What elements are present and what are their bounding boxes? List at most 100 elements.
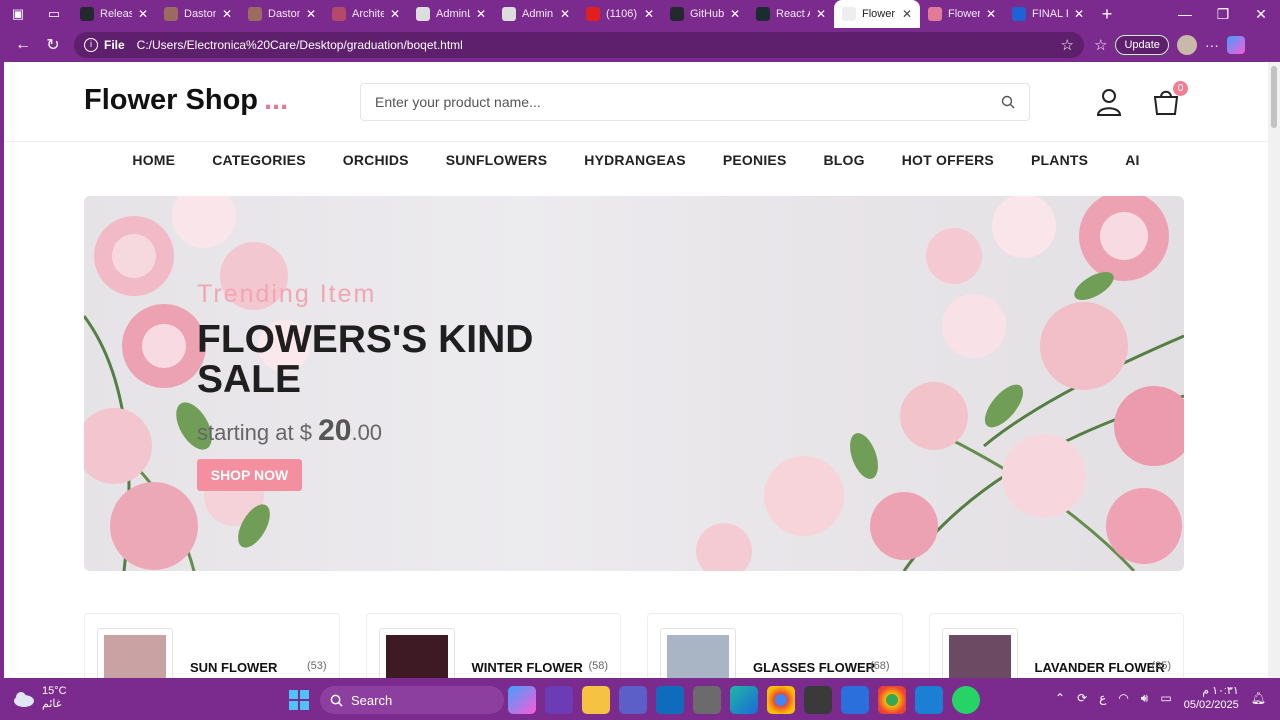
- category-name[interactable]: WINTER FLOWER: [472, 660, 583, 675]
- address-bar[interactable]: i File C:/Users/Electronica%20Care/Deskt…: [74, 32, 1084, 58]
- windows-start-icon[interactable]: [289, 690, 309, 710]
- shop-now-button[interactable]: SHOP NOW: [197, 459, 302, 491]
- category-thumbnail[interactable]: [378, 628, 455, 678]
- browser-tab[interactable]: React A ✕: [748, 0, 834, 28]
- nav-link-hot-offers[interactable]: HOT OFFERS: [902, 152, 994, 176]
- category-card[interactable]: SUN FLOWER (53): [84, 613, 340, 678]
- minimize-icon[interactable]: —: [1166, 6, 1204, 23]
- page-scrollbar[interactable]: [1268, 62, 1280, 678]
- browser-tab[interactable]: GitHub ✕: [662, 0, 748, 28]
- nav-link-hydrangeas[interactable]: HYDRANGEAS: [584, 152, 686, 176]
- browser-tab[interactable]: Flower ✕: [834, 0, 920, 28]
- maximize-icon[interactable]: ❐: [1204, 6, 1242, 23]
- snipping-tool-icon[interactable]: [804, 686, 832, 714]
- nav-link-sunflowers[interactable]: SUNFLOWERS: [446, 152, 548, 176]
- clock[interactable]: ١٠:٣١ م 05/02/2025: [1184, 684, 1239, 712]
- copilot-icon[interactable]: [1226, 36, 1245, 54]
- tab-close-icon[interactable]: ✕: [902, 7, 912, 21]
- update-button[interactable]: Update: [1115, 35, 1169, 55]
- edge-icon[interactable]: [730, 686, 758, 714]
- tab-close-icon[interactable]: ✕: [986, 7, 996, 21]
- tab-close-icon[interactable]: ✕: [138, 7, 148, 21]
- user-icon[interactable]: [1096, 88, 1122, 116]
- file-explorer-icon[interactable]: [582, 686, 610, 714]
- logo-dots: ...: [264, 84, 289, 116]
- volume-icon[interactable]: 🔊︎: [1141, 691, 1149, 706]
- language-indicator[interactable]: ع: [1099, 691, 1106, 705]
- weather-widget[interactable]: 15°C غائم: [12, 685, 67, 711]
- nav-link-categories[interactable]: CATEGORIES: [212, 152, 306, 176]
- wifi-icon[interactable]: ◠: [1118, 691, 1128, 705]
- browser-tab[interactable]: Release ✕: [72, 0, 156, 28]
- notification-bell-icon[interactable]: 🔔︎: [1251, 691, 1266, 705]
- search-icon[interactable]: [1001, 95, 1015, 109]
- avatar[interactable]: [1176, 35, 1197, 55]
- category-name[interactable]: GLASSES FLOWER: [753, 660, 875, 675]
- vscode-icon[interactable]: [915, 686, 943, 714]
- whatsapp-icon[interactable]: [952, 686, 980, 714]
- tab-close-icon[interactable]: ✕: [560, 7, 570, 21]
- chrome-icon[interactable]: [767, 686, 795, 714]
- tab-close-icon[interactable]: ✕: [644, 7, 654, 21]
- camera-icon[interactable]: [693, 686, 721, 714]
- nav-link-ai[interactable]: AI: [1125, 152, 1139, 176]
- scrollbar-thumb[interactable]: [1271, 66, 1277, 128]
- main-nav: HOME CATEGORIES ORCHIDS SUNFLOWERS HYDRANGEA…: [4, 152, 1268, 176]
- nav-link-peonies[interactable]: PEONIES: [723, 152, 787, 176]
- tab-close-icon[interactable]: ✕: [476, 7, 486, 21]
- outlook-icon[interactable]: [656, 686, 684, 714]
- browser-tab[interactable]: FINAL F ✕: [1004, 0, 1092, 28]
- visual-studio-icon[interactable]: [545, 686, 573, 714]
- info-icon[interactable]: i: [84, 38, 98, 52]
- new-tab-button[interactable]: +: [1092, 4, 1122, 25]
- category-name[interactable]: LAVANDER FLOWER: [1035, 660, 1165, 675]
- nav-link-blog[interactable]: BLOG: [824, 152, 865, 176]
- category-card[interactable]: WINTER FLOWER (58): [365, 613, 621, 678]
- nav-link-plants[interactable]: PLANTS: [1031, 152, 1088, 176]
- taskbar-search[interactable]: Search: [320, 686, 504, 714]
- tab-label: Flower: [862, 8, 896, 20]
- tab-close-icon[interactable]: ✕: [306, 7, 316, 21]
- browser-tab[interactable]: (1106) ✕: [578, 0, 662, 28]
- reload-icon[interactable]: ↻: [38, 35, 68, 55]
- tab-close-icon[interactable]: ✕: [816, 7, 826, 21]
- browser-tab[interactable]: Architec ✕: [324, 0, 408, 28]
- more-menu-icon[interactable]: ···: [1205, 37, 1219, 53]
- nav-link-home[interactable]: HOME: [132, 152, 175, 176]
- browser-tab[interactable]: AdminL ✕: [408, 0, 494, 28]
- favorite-star-icon[interactable]: ☆: [1061, 36, 1074, 54]
- search-input[interactable]: [375, 94, 1001, 110]
- tab-actions-icon[interactable]: ▭: [36, 0, 72, 28]
- tab-label: Release: [100, 8, 132, 20]
- chevron-up-icon[interactable]: ⌃: [1055, 691, 1065, 705]
- browser-tab[interactable]: Flower ✕: [920, 0, 1004, 28]
- taskbar-search-icon: [330, 694, 343, 707]
- copilot-app-icon[interactable]: [508, 686, 536, 714]
- battery-icon[interactable]: ▭: [1160, 691, 1171, 705]
- tab-close-icon[interactable]: ✕: [1074, 7, 1084, 21]
- browser-tab[interactable]: Daston ✕: [240, 0, 324, 28]
- category-name[interactable]: SUN FLOWER: [190, 660, 277, 675]
- store-icon[interactable]: [841, 686, 869, 714]
- tab-close-icon[interactable]: ✕: [390, 7, 400, 21]
- category-thumbnail[interactable]: [941, 628, 1018, 678]
- sync-icon[interactable]: ⟳: [1077, 691, 1087, 705]
- browser-tab[interactable]: AdminL ✕: [494, 0, 578, 28]
- nav-link-orchids[interactable]: ORCHIDS: [343, 152, 409, 176]
- teams-icon[interactable]: [619, 686, 647, 714]
- category-card[interactable]: LAVANDER FLOWER (35): [928, 613, 1184, 678]
- category-thumbnail[interactable]: [660, 628, 736, 678]
- category-thumbnail[interactable]: [97, 628, 173, 678]
- favorites-icon[interactable]: ☆: [1094, 36, 1107, 54]
- url-text[interactable]: C:/Users/Electronica%20Care/Desktop/grad…: [137, 38, 1061, 52]
- tab-label: FINAL F: [1032, 8, 1068, 20]
- browser-tab[interactable]: Daston ✕: [156, 0, 240, 28]
- site-logo[interactable]: Flower Shop...: [84, 84, 288, 117]
- category-card[interactable]: GLASSES FLOWER (68): [647, 613, 903, 678]
- workspaces-icon[interactable]: ▣: [0, 0, 36, 28]
- tab-close-icon[interactable]: ✕: [730, 7, 740, 21]
- chrome-profile-icon[interactable]: [878, 686, 906, 714]
- tab-close-icon[interactable]: ✕: [222, 7, 232, 21]
- back-icon[interactable]: ←: [8, 36, 38, 54]
- close-window-icon[interactable]: ✕: [1242, 6, 1280, 23]
